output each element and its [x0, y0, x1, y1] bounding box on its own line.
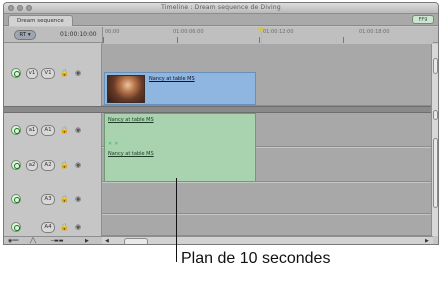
track-name-a2[interactable]: a2	[26, 160, 38, 171]
audio-track-a3[interactable]	[102, 183, 433, 214]
lock-icon[interactable]: 🔒	[60, 223, 69, 231]
scroll-left-icon[interactable]: ▶	[85, 238, 89, 244]
track-slot-a2[interactable]: A2	[41, 160, 55, 171]
eye-icon[interactable]: ◉	[75, 69, 83, 77]
video-clip-label: Nancy at table MS	[149, 76, 195, 82]
track-slot-v1[interactable]: V1	[41, 68, 55, 79]
track-toggle-icon[interactable]	[11, 68, 21, 78]
timeline-window: Timeline : Dream sequence de Diving Drea…	[3, 2, 439, 245]
ruler-tick	[177, 37, 178, 43]
ruler-tick	[343, 37, 344, 43]
audio-track-a4[interactable]	[102, 215, 433, 236]
audio-link-marks: ✕✕	[108, 141, 121, 147]
track-slot-a4[interactable]: A4	[41, 222, 55, 233]
ruler-tick	[259, 37, 260, 43]
caption: Plan de 10 secondes	[181, 250, 331, 267]
eye-icon[interactable]: ◉	[75, 223, 83, 231]
clip-overlay-icon[interactable]: ╱╲	[30, 238, 36, 244]
eye-icon[interactable]: ◉	[75, 126, 83, 134]
lock-icon[interactable]: 🔒	[60, 195, 69, 203]
timeline-ruler[interactable]: 00:00 01:00:06:00 01:00:12:00 01:00:18:0…	[102, 27, 433, 44]
eye-icon[interactable]: ◉	[75, 161, 83, 169]
ruler-label-1: 01:00:06:00	[173, 29, 204, 35]
playhead-marker[interactable]	[257, 27, 265, 33]
track-toggle-icon[interactable]	[11, 194, 21, 204]
track-separator[interactable]	[4, 106, 434, 113]
audio-scroll-thumb[interactable]	[433, 138, 438, 208]
track-toggle-icon[interactable]	[11, 222, 21, 232]
video-thumbnail	[107, 75, 145, 103]
top-right-button[interactable]: FF9	[412, 15, 434, 24]
sequence-tab[interactable]: Dream sequence	[8, 15, 73, 26]
track-control-row-v1: v1 V1 🔒 ◉	[4, 58, 102, 88]
window-title: Timeline : Dream sequence de Diving	[161, 4, 281, 11]
lock-icon[interactable]: 🔒	[60, 69, 69, 77]
separator-scroll-thumb[interactable]	[433, 110, 438, 120]
vertical-scrollbar[interactable]	[431, 44, 438, 236]
track-toggle-icon[interactable]	[11, 125, 21, 135]
window-titlebar: Timeline : Dream sequence de Diving	[4, 3, 438, 14]
video-clip[interactable]: Nancy at table MS	[104, 72, 256, 105]
bottom-controls: ◉══ ╱╲ ─▬▬ ▶	[4, 236, 102, 244]
sequence-tab-bar: Dream sequence FF9	[4, 14, 438, 26]
video-scroll-thumb[interactable]	[433, 58, 438, 74]
playhead[interactable]	[257, 27, 265, 44]
track-toggle-icon[interactable]	[11, 160, 21, 170]
scroll-right-arrow-icon[interactable]: ▶	[425, 238, 429, 244]
zoom-slider-icon[interactable]: ─▬▬	[51, 238, 63, 244]
horizontal-scrollbar[interactable]: ◀ ▶	[102, 236, 433, 244]
track-controls: v1 V1 🔒 ◉ a1 A1 🔒 ◉ a2 A2 🔒 ◉ A3 🔒 ◉ A4 …	[4, 44, 102, 236]
scroll-left-arrow-icon[interactable]: ◀	[105, 238, 109, 244]
track-control-row-a2: a2 A2 🔒 ◉	[4, 151, 102, 181]
ruler-tick	[103, 37, 104, 43]
audio-clip-label-1: Nancy at table MS	[108, 117, 154, 123]
audio-clip[interactable]: Nancy at table MS ✕✕ Nancy at table MS	[104, 113, 256, 182]
track-slot-a3[interactable]: A3	[41, 194, 55, 205]
lock-icon[interactable]: 🔒	[60, 161, 69, 169]
track-height-icon[interactable]: ◉══	[8, 238, 18, 244]
track-name-v1[interactable]: v1	[26, 68, 38, 79]
track-control-row-a1: a1 A1 🔒 ◉	[4, 116, 102, 146]
current-timecode: 01:00:10:00	[60, 31, 97, 38]
timecode-menu-button[interactable]: RT ▾	[14, 30, 36, 40]
ruler-label-2: 01:00:12:00	[263, 29, 294, 35]
eye-icon[interactable]: ◉	[75, 195, 83, 203]
horizontal-scroll-thumb[interactable]	[124, 238, 148, 244]
track-slot-a1[interactable]: A1	[41, 125, 55, 136]
lock-icon[interactable]: 🔒	[60, 126, 69, 134]
ruler-label-3: 01:00:18:00	[359, 29, 390, 35]
audio-clip-label-2: Nancy at table MS	[108, 151, 154, 157]
annotation-line	[176, 178, 177, 262]
track-control-row-a3: A3 🔒 ◉	[4, 186, 102, 216]
ruler-label-0: 00:00	[105, 29, 120, 35]
track-name-a1[interactable]: a1	[26, 125, 38, 136]
